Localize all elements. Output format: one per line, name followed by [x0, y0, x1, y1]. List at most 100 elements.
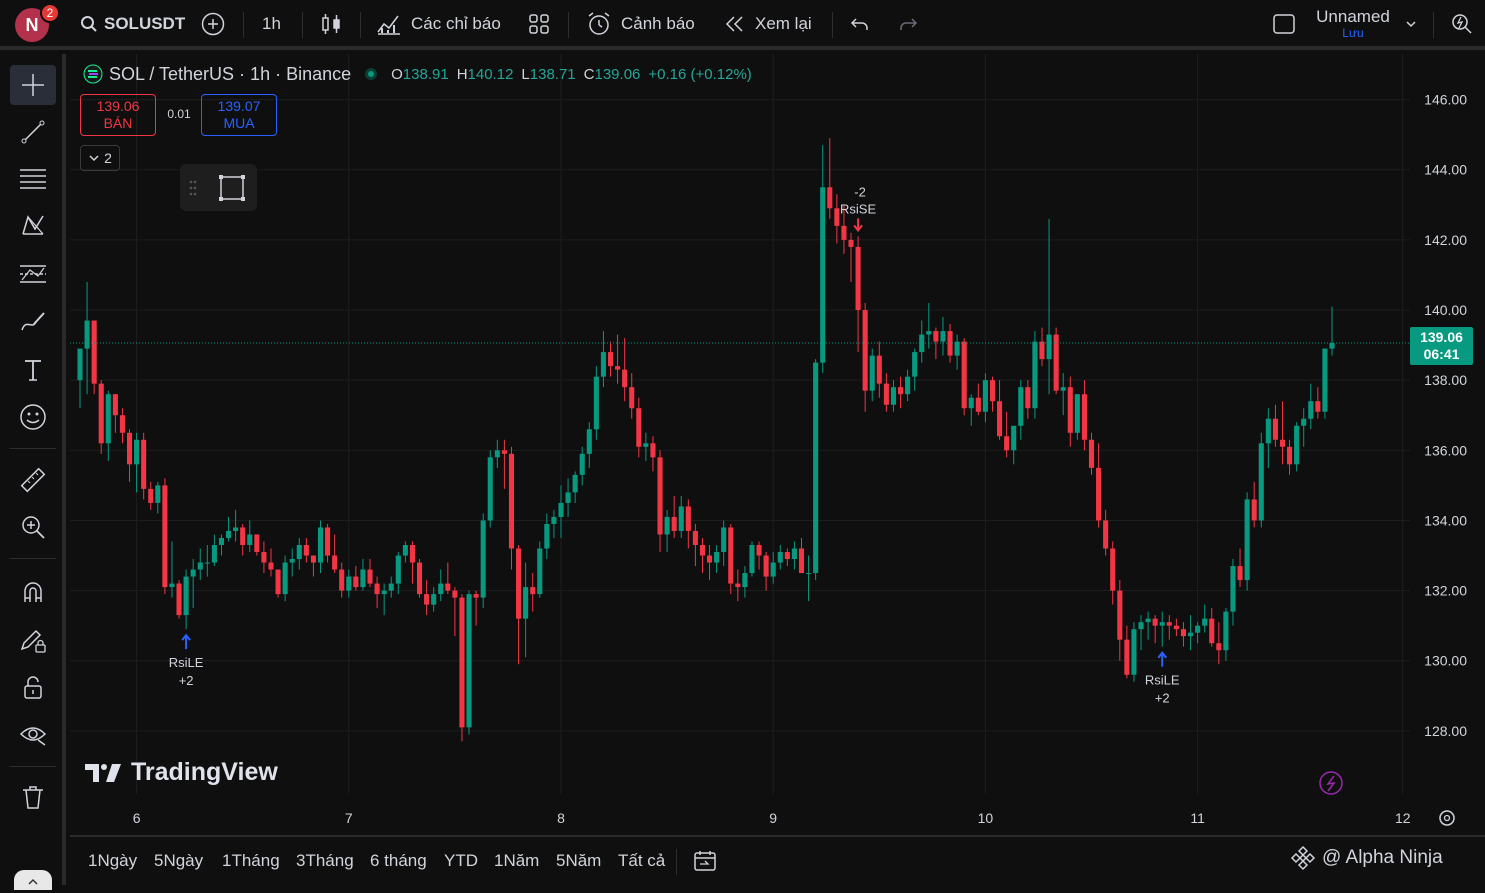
candle: [261, 541, 267, 574]
watermark-text: @ Alpha Ninja: [1322, 847, 1443, 868]
goto-date-button[interactable]: [692, 837, 718, 885]
crosshair-tool[interactable]: [10, 65, 56, 105]
sell-button[interactable]: 139.06 BÁN: [80, 94, 156, 136]
buy-label: MUA: [223, 115, 255, 131]
redo-button[interactable]: [897, 0, 919, 48]
candle-body: [247, 534, 253, 545]
change-value: +0.16 (+0.12%): [648, 65, 752, 83]
text-tool[interactable]: [10, 350, 56, 390]
fib-tool[interactable]: [10, 159, 56, 199]
candle: [756, 541, 762, 570]
alert-button[interactable]: Cảnh báo: [585, 0, 695, 48]
signal-marker-entry-short[interactable]: -2 RsiSE: [840, 184, 876, 232]
prediction-tool[interactable]: [10, 254, 56, 294]
candle: [572, 471, 578, 503]
candle: [310, 555, 316, 577]
candle: [940, 317, 946, 356]
drag-handle-icon[interactable]: [188, 178, 198, 198]
floating-drawing-toolbar[interactable]: [180, 164, 257, 211]
trendline-tool[interactable]: [10, 112, 56, 152]
layout-menu-button[interactable]: [1404, 0, 1418, 48]
compare-symbol-button[interactable]: [200, 0, 226, 48]
sell-label: BÁN: [103, 115, 133, 131]
watermark: @ Alpha Ninja: [1290, 845, 1443, 871]
replay-button[interactable]: Xem lại: [723, 0, 812, 48]
candle-body: [770, 562, 776, 577]
magnet-tool[interactable]: [10, 572, 56, 612]
candle: [558, 485, 564, 538]
time-tick-label: 9: [769, 810, 777, 826]
zoom-tool[interactable]: [10, 507, 56, 547]
candle-body: [897, 387, 904, 395]
settings-icon[interactable]: [1439, 810, 1455, 826]
candlestick-series: [77, 138, 1335, 742]
time-tick-label: 11: [1190, 810, 1205, 826]
candle: [1315, 387, 1321, 419]
layout-toggle-checkbox[interactable]: [1272, 0, 1296, 48]
indicators-button[interactable]: Các chỉ báo: [376, 0, 501, 48]
candle: [1202, 604, 1208, 633]
price-chart[interactable]: 146.00 144.00 142.00 140.00 138.00 136.00 134.…: [70, 54, 1485, 835]
price-axis[interactable]: 146.00 144.00 142.00 140.00 138.00 136.00 134.…: [1424, 92, 1467, 739]
candle-body: [530, 587, 536, 595]
toolbar-expand-button[interactable]: [14, 870, 52, 890]
candle: [119, 408, 125, 444]
indicators-collapse-button[interactable]: 2: [80, 145, 120, 171]
emoji-tool[interactable]: [10, 397, 56, 437]
range-button[interactable]: 5Năm: [556, 837, 601, 885]
tradingview-logo[interactable]: TradingView: [85, 758, 278, 787]
range-button[interactable]: Tất cả: [618, 837, 665, 885]
chart-type-button[interactable]: [320, 0, 342, 48]
range-button[interactable]: YTD: [444, 837, 478, 885]
symbol-title[interactable]: SOL / TetherUS · 1h · Binance: [109, 64, 351, 85]
candle-body: [508, 453, 515, 549]
range-button[interactable]: 3Tháng: [296, 837, 354, 885]
candle-body: [374, 583, 380, 595]
candle: [1272, 404, 1278, 447]
layout-name-button[interactable]: Unnamed Lưu: [1313, 8, 1393, 41]
lock-all-tool[interactable]: [10, 667, 56, 707]
candle-body: [473, 594, 479, 598]
candle-body: [572, 474, 578, 493]
candle: [855, 236, 861, 353]
rectangle-select-icon[interactable]: [216, 172, 248, 204]
candle-body: [487, 457, 493, 521]
time-axis[interactable]: 6 7 8 9 10 11 12: [133, 810, 1411, 826]
brush-tool[interactable]: [10, 302, 56, 342]
indicator-count: 2: [104, 150, 112, 166]
candle: [1067, 376, 1073, 447]
candle-body: [876, 355, 882, 384]
buy-button[interactable]: 139.07 MUA: [201, 94, 277, 136]
range-button[interactable]: 6 tháng: [370, 837, 427, 885]
signal-marker-entry-long[interactable]: RsiLE +2: [169, 633, 204, 688]
candle-body: [1329, 342, 1335, 349]
lock-drawings-edit-tool[interactable]: [10, 620, 56, 660]
templates-button[interactable]: [527, 0, 551, 48]
lightning-icon[interactable]: [1319, 771, 1343, 795]
pattern-tool[interactable]: [10, 206, 56, 246]
candle-body: [1124, 639, 1130, 675]
remove-drawings-tool[interactable]: [10, 777, 56, 817]
candle-body: [1110, 548, 1116, 591]
undo-button[interactable]: [849, 0, 871, 48]
candle: [339, 562, 345, 598]
candle: [997, 380, 1003, 440]
candle-body: [622, 369, 628, 388]
quick-search-button[interactable]: [1449, 0, 1475, 48]
candle-body: [728, 527, 734, 584]
hide-drawings-tool[interactable]: [10, 714, 56, 754]
range-button[interactable]: 1Tháng: [222, 837, 280, 885]
measure-tool[interactable]: [10, 460, 56, 500]
candle: [1187, 615, 1194, 651]
symbol-search-button[interactable]: SOLUSDT: [80, 0, 185, 48]
candle-body: [869, 355, 875, 391]
candle-body: [402, 544, 408, 556]
candle-body: [579, 453, 585, 475]
range-button[interactable]: 1Năm: [494, 837, 539, 885]
range-button[interactable]: 5Ngày: [154, 837, 203, 885]
avatar-letter: N: [25, 14, 39, 35]
range-button[interactable]: 1Ngày: [88, 837, 137, 885]
chart-legend: SOL / TetherUS · 1h · Binance O138.91 H1…: [82, 62, 752, 86]
interval-button[interactable]: 1h: [262, 0, 281, 48]
candle-body: [664, 516, 670, 535]
